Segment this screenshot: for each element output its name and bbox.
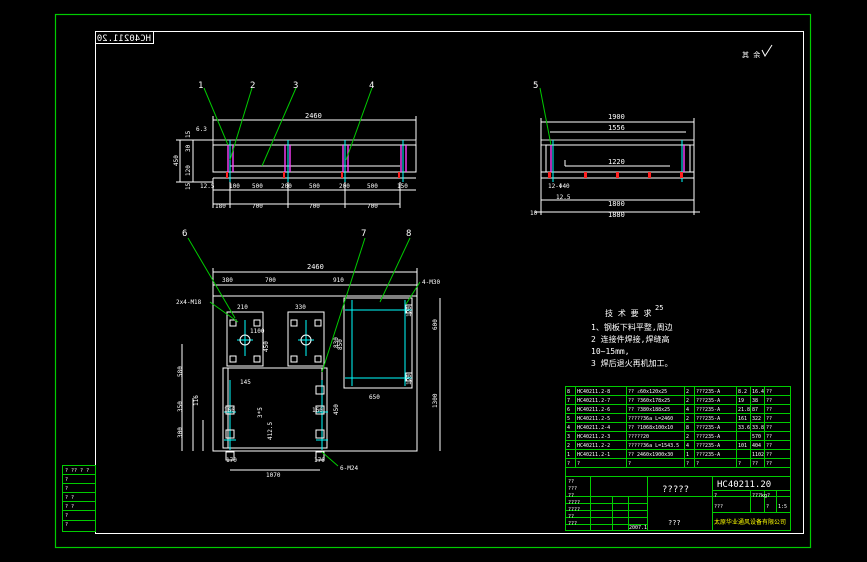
front-left-dim-1: 15 (185, 130, 192, 138)
drawing-number: HC40211.20 (717, 480, 771, 490)
front-overall-dim: 2460 (305, 112, 322, 120)
tech-note-3: 10~15mm, (591, 347, 630, 356)
front-flange-dim: 12.5 (200, 183, 215, 190)
front-seg-1: 100 (229, 183, 240, 190)
plan-dim-350: 350 (177, 401, 184, 412)
side-center-dim: 1220 (608, 158, 625, 166)
plan-holes-c: 6-M24 (340, 465, 358, 472)
weight-cell: ???kg? (752, 493, 770, 499)
plan-dim-412: 412.5 (267, 422, 274, 440)
side-flange-dim: 12.5 (556, 194, 571, 201)
plan-top-dim-2: 700 (265, 277, 276, 284)
plan-dim-210: 210 (237, 304, 248, 311)
side-left-dim: 10 (530, 210, 538, 217)
plan-dim-830: 830 (333, 337, 340, 348)
plan-dim-580: 580 (177, 366, 184, 377)
side-hole-dim: 12-Φ40 (548, 183, 570, 190)
text-layer: 1 2 3 4 5 6 7 8 2460 6.3 12.5 15 30 120 … (173, 81, 787, 531)
tech-note-4: 3 焊后退火再机加工。 (591, 358, 673, 368)
callout-1: 1 (198, 81, 203, 91)
callout-6: 6 (182, 229, 187, 239)
plan-dim-160b: 160 (312, 407, 323, 414)
front-bottom-4: 700 (367, 203, 378, 210)
plan-dim-330: 330 (295, 304, 306, 311)
plan-top-dim-3: 910 (333, 277, 344, 284)
plan-holes-b: 4-M30 (422, 279, 440, 286)
tech-note-1: 1、钢板下料平整,周边 (591, 322, 673, 332)
plan-dim-650: 650 (369, 394, 380, 401)
cad-viewport[interactable]: HC40211.20 其 余 ? ?? ? ???? ?? ??? 8 HC40… (0, 0, 867, 562)
front-seg-4: 500 (309, 183, 320, 190)
front-left-dim-2: 30 (185, 144, 192, 152)
plan-dim-116: 116 (193, 395, 200, 406)
title-cell-1: ? (714, 493, 717, 499)
tech-notes-heading: 技 术 要 求 (605, 308, 651, 318)
callout-4: 4 (369, 81, 374, 91)
side-bottom-dim: 1800 (608, 200, 625, 208)
callout-5: 5 (533, 81, 538, 91)
company-name: 太原华业通风设备有限公司 (714, 518, 786, 526)
title-cell-2: ??? (714, 504, 723, 510)
front-bottom-1: 180 (215, 203, 226, 210)
front-seg-6: 500 (367, 183, 378, 190)
plan-dim-160a: 160 (224, 407, 235, 414)
plan-dim-170a: 170 (226, 457, 237, 464)
plan-dim-120b: 120 (406, 374, 413, 385)
plan-dim-450b: 450 (333, 404, 340, 415)
title-cell-4: 1:5 (778, 504, 787, 510)
plan-dim-3x5: 3*5 (257, 407, 264, 418)
plan-dim-170b: 170 (314, 457, 325, 464)
front-left-dim-4: 120 (185, 165, 192, 176)
plan-holes-a: 2x4-M18 (176, 299, 202, 306)
scale-text: ??? (668, 519, 681, 527)
plan-dim-1070: 1070 (266, 472, 281, 479)
callout-8: 8 (406, 229, 411, 239)
plan-dim-120a: 120 (406, 306, 413, 317)
front-bottom-3: 700 (309, 203, 320, 210)
tech-note-2: 2 连接件焊接,焊缝高 (591, 334, 669, 344)
front-seg-2: 500 (252, 183, 263, 190)
plan-dim-600: 600 (432, 319, 439, 330)
title-unknown: ????? (662, 485, 689, 495)
front-left-dim-3: 15 (185, 182, 192, 190)
front-bottom-2: 700 (252, 203, 263, 210)
side-inner-dim: 1556 (608, 124, 625, 132)
front-angle-dim: 6.3 (196, 126, 207, 133)
front-seg-5: 200 (339, 183, 350, 190)
front-seg-3: 200 (281, 183, 292, 190)
side-top-dim: 1900 (608, 113, 625, 121)
callout-7: 7 (361, 229, 366, 239)
date-cell: 2007.1 (629, 525, 647, 531)
plan-dim-300: 300 (177, 427, 184, 438)
plan-dim-1100: 1100 (250, 328, 265, 335)
tech-notes-mark: 25 (655, 304, 663, 312)
side-bottom-outer-dim: 1880 (608, 211, 625, 219)
front-height-dim: 450 (173, 155, 180, 166)
plan-overall-dim: 2460 (307, 263, 324, 271)
plan-dim-450a: 450 (263, 341, 270, 352)
callout-2: 2 (250, 81, 255, 91)
callout-3: 3 (293, 81, 298, 91)
front-seg-7: 150 (397, 183, 408, 190)
plan-dim-1300: 1300 (432, 393, 439, 408)
title-cell-3: ? (766, 504, 769, 510)
plan-dim-145: 145 (240, 379, 251, 386)
plan-top-dim-1: 380 (222, 277, 233, 284)
